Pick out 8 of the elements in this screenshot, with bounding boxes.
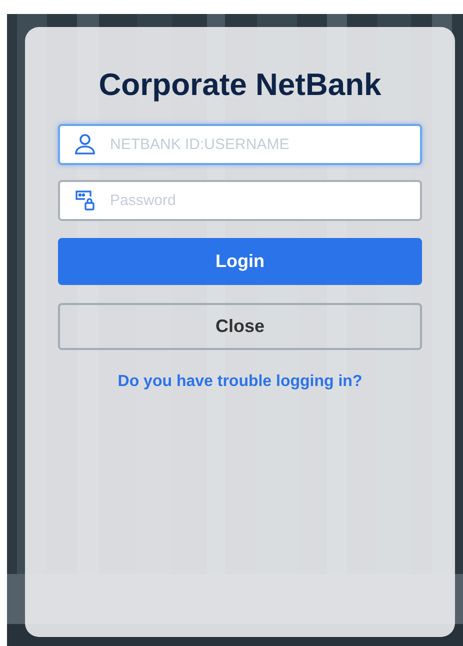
username-field[interactable]: NETBANK ID:USERNAME xyxy=(58,124,422,166)
login-button[interactable]: Login xyxy=(58,238,422,286)
password-icon xyxy=(74,189,96,212)
user-icon xyxy=(74,133,96,156)
trouble-logging-in-link[interactable]: Do you have trouble logging in? xyxy=(58,370,422,394)
close-button[interactable]: Close xyxy=(58,303,422,350)
login-title: Corporate NetBank xyxy=(98,66,382,104)
password-field[interactable]: Password xyxy=(58,180,422,222)
